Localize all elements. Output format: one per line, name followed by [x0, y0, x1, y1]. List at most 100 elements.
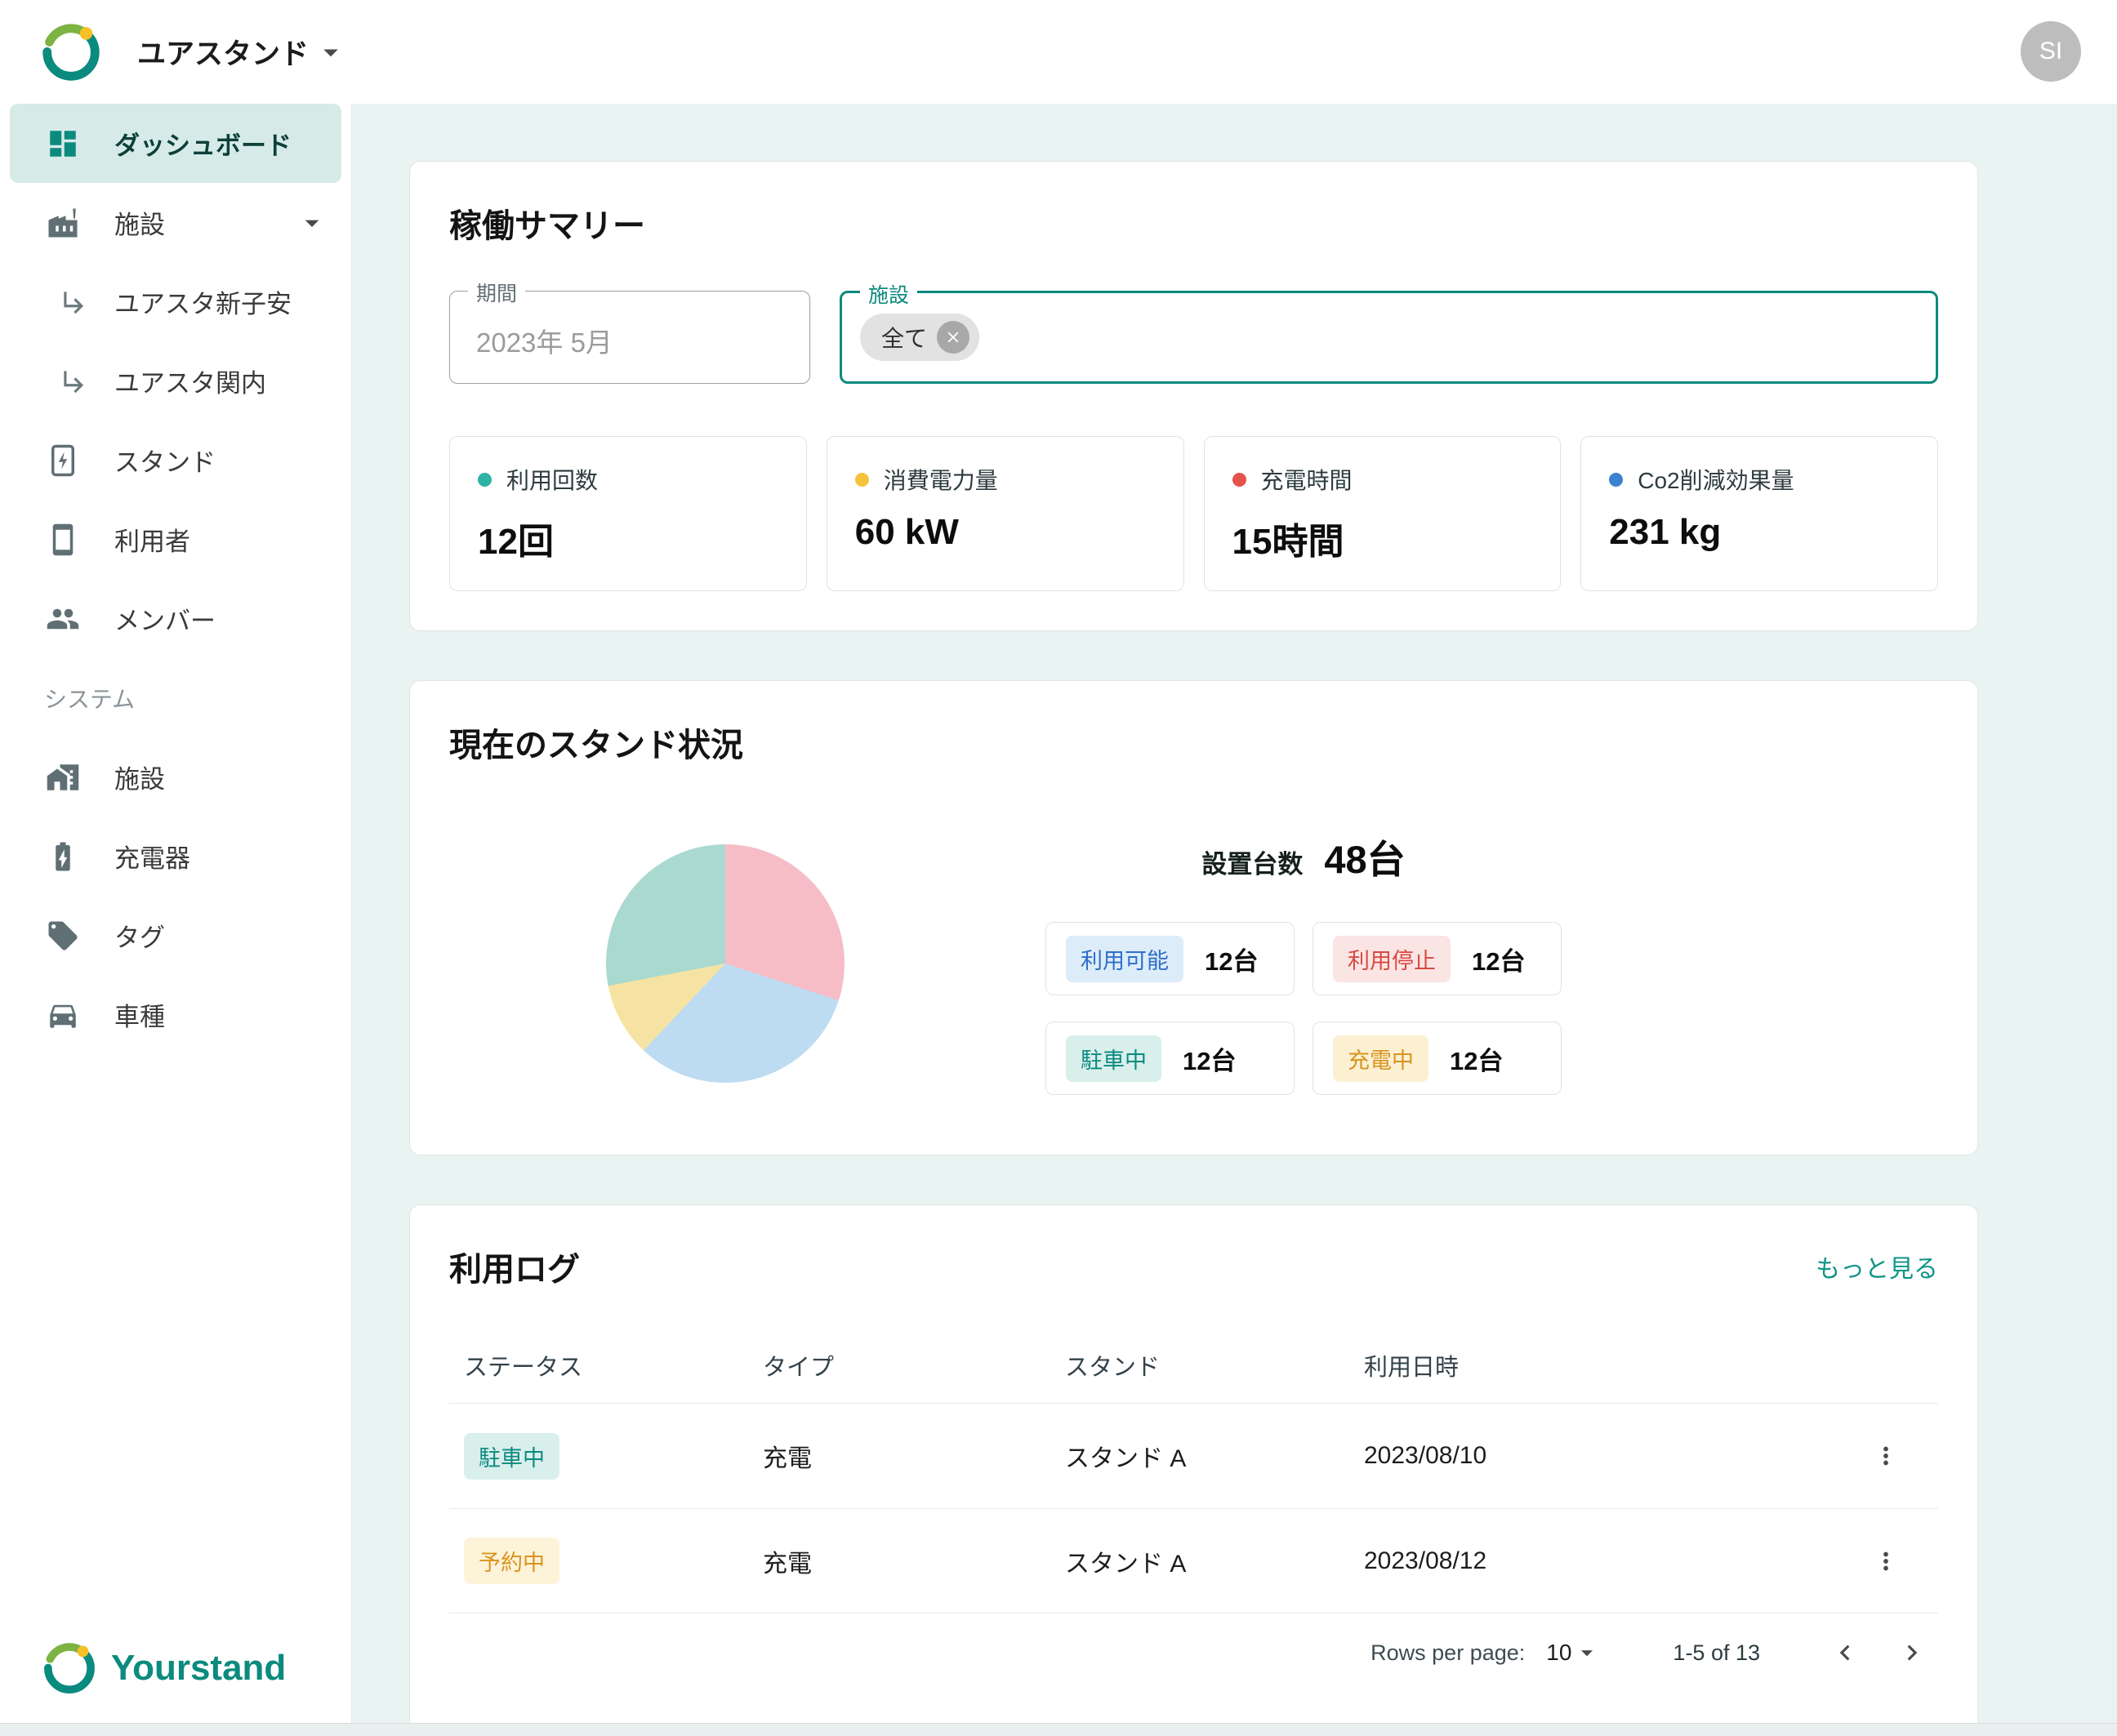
status-box-charging: 充電中 12台: [1313, 1022, 1562, 1095]
stat-value: 15時間: [1232, 522, 1344, 562]
charging-stand-icon: [51, 444, 74, 476]
sidebar-item-chargers[interactable]: 充電器: [0, 817, 351, 896]
status-badge: 利用停止: [1333, 935, 1451, 982]
facility-chip[interactable]: 全て: [860, 314, 980, 361]
operation-summary-card: 稼働サマリー 期間 2023年 5月 施設 全て 利用回数 12回 消費電力量 …: [409, 161, 1978, 631]
installed-total: 設置台数 48台: [1045, 828, 1562, 884]
stat-value: 231 kg: [1609, 512, 1722, 552]
status-badge: 予約中: [464, 1538, 559, 1584]
period-label: 期間: [468, 278, 526, 307]
sidebar-item-stands[interactable]: スタンド: [0, 421, 351, 500]
stand-status-card: 現在のスタンド状況 設置台数 48台 利用可能 12台 利用停止 12台 駐車中…: [409, 680, 1978, 1155]
table-row[interactable]: 予約中 充電 スタンド A 2023/08/12: [449, 1508, 1938, 1614]
summary-stats: 利用回数 12回 消費電力量 60 kW 充電時間 15時間 Co2削減効果量 …: [449, 436, 1938, 591]
sidebar-item-label: メンバー: [114, 607, 216, 635]
stat-dot: [478, 472, 492, 487]
status-count: 12台: [1450, 1046, 1504, 1075]
car-icon: [50, 1004, 76, 1028]
yourstand-logo-icon[interactable]: [41, 22, 101, 82]
status-summary-grid: 利用可能 12台 利用停止 12台 駐車中 12台 充電中 12台: [1045, 922, 1562, 1095]
sidebar-item-label: タグ: [114, 924, 165, 952]
column-header-type: タイプ: [763, 1355, 835, 1381]
stat-card-usage-count: 利用回数 12回: [449, 436, 807, 591]
sidebar-item-label: スタンド: [114, 448, 216, 477]
period-input[interactable]: 期間 2023年 5月: [449, 278, 810, 384]
column-header-datetime: 利用日時: [1364, 1355, 1460, 1381]
tag-icon: [48, 921, 78, 950]
sidebar-item-users[interactable]: 利用者: [0, 500, 351, 579]
chevron-down-icon: [1581, 1650, 1593, 1657]
stat-value: 60 kW: [854, 512, 959, 552]
sidebar-item-label: 施設: [114, 211, 165, 239]
facility-input[interactable]: 施設 全て: [840, 279, 1938, 384]
sidebar-item-system-facilities[interactable]: 施設: [0, 737, 351, 817]
sidebar-item-label: ユアスタ新子安: [114, 290, 292, 318]
stat-dot: [1609, 472, 1624, 487]
subdirectory-arrow-icon: [64, 370, 84, 393]
stat-dot: [854, 472, 869, 487]
see-more-link[interactable]: もっと見る: [1816, 1249, 1938, 1284]
people-icon: [47, 608, 79, 629]
status-badge: 駐車中: [464, 1432, 559, 1480]
chevron-down-icon[interactable]: [314, 35, 348, 69]
cell-type: 充電: [763, 1445, 812, 1472]
horizontal-scrollbar[interactable]: [0, 1723, 2117, 1736]
column-header-stand: スタンド: [1065, 1355, 1161, 1381]
sidebar-item-facility-kannai[interactable]: ユアスタ関内: [0, 341, 351, 421]
home-work-icon: [47, 763, 79, 790]
app-title[interactable]: ユアスタンド: [137, 31, 309, 73]
avatar[interactable]: SI: [2021, 21, 2081, 82]
sidebar-item-facilities[interactable]: 施設: [0, 183, 351, 262]
cell-datetime: 2023/08/10: [1364, 1442, 1487, 1469]
sidebar-item-label: 施設: [114, 765, 165, 794]
status-badge: 駐車中: [1066, 1035, 1161, 1082]
status-box-stopped: 利用停止 12台: [1313, 922, 1562, 995]
stat-label: Co2削減効果量: [1638, 468, 1794, 493]
rows-per-page-select[interactable]: 10: [1546, 1639, 1601, 1667]
rows-per-page-value: 10: [1546, 1640, 1572, 1665]
main-content: 稼働サマリー 期間 2023年 5月 施設 全て 利用回数 12回 消費電力量 …: [352, 104, 2117, 1723]
dashboard-icon: [50, 130, 76, 157]
stat-card-power-consumption: 消費電力量 60 kW: [826, 436, 1184, 591]
sidebar-section-label: システム: [44, 686, 136, 712]
status-badge: 利用可能: [1066, 935, 1183, 982]
sidebar-brand: Yourstand: [42, 1641, 286, 1695]
summary-filters: 期間 2023年 5月 施設 全て: [449, 278, 1938, 384]
usage-log-card: 利用ログ もっと見る ステータス タイプ スタンド 利用日時 駐車中 充電 スタ…: [409, 1204, 1978, 1723]
row-menu-icon[interactable]: [1866, 1542, 1905, 1581]
sidebar-item-label: 充電器: [114, 844, 190, 873]
status-box-parked: 駐車中 12台: [1045, 1022, 1295, 1095]
status-box-available: 利用可能 12台: [1045, 922, 1295, 995]
status-count: 12台: [1472, 946, 1526, 976]
subdirectory-arrow-icon: [64, 291, 84, 314]
sidebar-item-car-models[interactable]: 車種: [0, 975, 351, 1054]
sidebar: ダッシュボード 施設 ユアスタ新子安 ユアスタ関内 スタンド 利用者 メンバー …: [0, 104, 352, 1723]
yourstand-logo-icon: [44, 1643, 95, 1694]
row-menu-icon[interactable]: [1866, 1436, 1905, 1476]
chip-remove-icon[interactable]: [937, 321, 970, 354]
table-row[interactable]: 駐車中 充電 スタンド A 2023/08/10: [449, 1403, 1938, 1508]
chevron-right-icon[interactable]: [1889, 1630, 1935, 1676]
stat-card-charging-time: 充電時間 15時間: [1203, 436, 1562, 591]
status-count: 12台: [1183, 1046, 1237, 1075]
sidebar-item-dashboard[interactable]: ダッシュボード: [10, 104, 341, 183]
stat-label: 充電時間: [1260, 468, 1353, 493]
installed-total-value: 48台: [1324, 838, 1406, 881]
status-badge: 充電中: [1333, 1035, 1428, 1082]
stat-dot: [1232, 472, 1246, 487]
stat-label: 消費電力量: [883, 468, 998, 493]
sidebar-item-label: ユアスタ関内: [114, 369, 266, 398]
sidebar-item-label: ダッシュボード: [114, 131, 292, 160]
chevron-down-icon: [305, 220, 319, 227]
cell-stand: スタンド A: [1065, 1445, 1187, 1472]
facility-label: 施設: [860, 279, 918, 309]
chevron-left-icon[interactable]: [1822, 1630, 1868, 1676]
pagination: Rows per page: 10 1-5 of 13: [449, 1614, 1938, 1692]
stat-card-co2-reduction: Co2削減効果量 231 kg: [1580, 436, 1938, 591]
sidebar-item-label: 利用者: [114, 527, 190, 556]
sidebar-item-members[interactable]: メンバー: [0, 579, 351, 658]
status-count: 12台: [1205, 946, 1259, 976]
sidebar-item-facility-shinkoyasu[interactable]: ユアスタ新子安: [0, 262, 351, 341]
sidebar-item-tags[interactable]: タグ: [0, 896, 351, 975]
brand-text: Yourstand: [111, 1648, 287, 1688]
